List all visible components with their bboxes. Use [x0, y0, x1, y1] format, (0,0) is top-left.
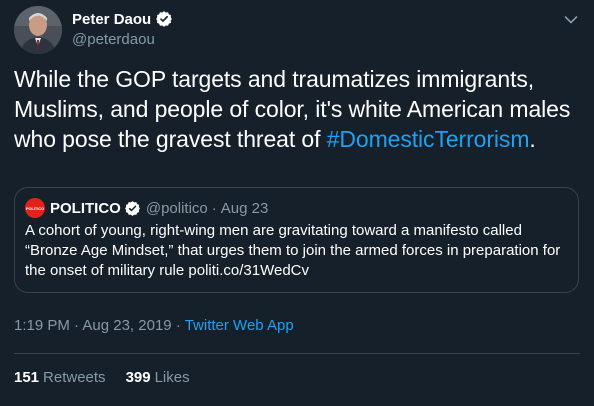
- retweets-label: Retweets: [43, 369, 106, 386]
- author-handle[interactable]: @peterdaou: [72, 31, 173, 48]
- quoted-verified-badge-icon: [124, 200, 141, 217]
- meta-separator-dot: ·: [175, 317, 181, 334]
- author-avatar[interactable]: [14, 6, 62, 54]
- meta-separator-dot: ·: [74, 317, 80, 334]
- tweet-metadata: 1:19 PM · Aug 23, 2019 · Twitter Web App: [14, 317, 294, 334]
- tweet-detail: Peter Daou @peterdaou While the GOP targ…: [0, 0, 594, 406]
- retweets-stat[interactable]: 151 Retweets: [14, 369, 106, 386]
- divider: [14, 353, 580, 354]
- tweet-text: While the GOP targets and traumatizes im…: [14, 64, 580, 154]
- verified-badge-icon: [155, 10, 173, 28]
- tweet-source-link[interactable]: Twitter Web App: [185, 317, 294, 334]
- tweet-text-end: .: [529, 126, 536, 152]
- tweet-time[interactable]: 1:19 PM: [14, 317, 70, 334]
- quoted-author-handle[interactable]: @politico: [146, 200, 208, 217]
- likes-stat[interactable]: 399 Likes: [126, 369, 190, 386]
- more-options-chevron-down-icon[interactable]: [564, 12, 578, 24]
- likes-count: 399: [125, 369, 151, 386]
- author-display-name[interactable]: Peter Daou: [72, 11, 151, 28]
- author-info: Peter Daou @peterdaou: [72, 9, 173, 48]
- retweets-count: 151: [14, 369, 40, 386]
- likes-label: Likes: [154, 369, 190, 386]
- quoted-author-avatar[interactable]: POLITICO: [25, 198, 45, 218]
- quoted-tweet-text: A cohort of young, right-wing men are gr…: [25, 222, 561, 279]
- politico-logo-text: POLITICO: [25, 205, 45, 211]
- person-photo-avatar: [14, 6, 62, 54]
- quoted-tweet-card[interactable]: POLITICO POLITICO @politico · Aug 23 A c…: [14, 187, 579, 293]
- hashtag-link[interactable]: #DomesticTerrorism: [327, 126, 530, 152]
- quoted-tweet-header: POLITICO POLITICO @politico · Aug 23: [25, 198, 268, 218]
- quoted-separator-dot: ·: [211, 199, 217, 217]
- tweet-date[interactable]: Aug 23, 2019: [82, 317, 171, 334]
- engagement-stats: 151 Retweets 399 Likes: [14, 369, 190, 386]
- quoted-tweet-date[interactable]: Aug 23: [221, 200, 269, 217]
- quoted-author-display-name[interactable]: POLITICO: [50, 200, 121, 217]
